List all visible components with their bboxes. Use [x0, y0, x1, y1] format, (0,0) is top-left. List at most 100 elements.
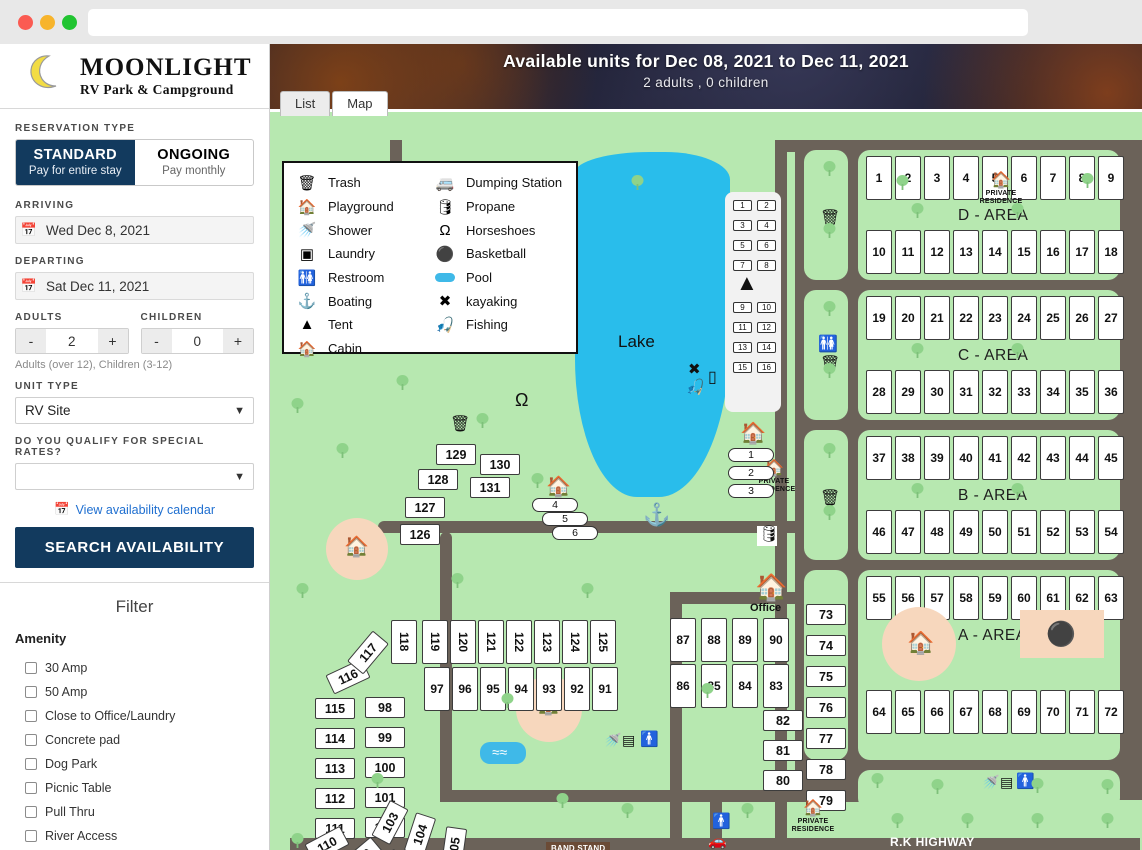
amenity-row[interactable]: Close to Office/Laundry [15, 704, 254, 728]
map-site-83[interactable]: 83 [763, 664, 789, 708]
map-site-20[interactable]: 20 [895, 296, 921, 340]
map-site-53[interactable]: 53 [1069, 510, 1095, 554]
map-site-42[interactable]: 42 [1011, 436, 1037, 480]
map-site-89[interactable]: 89 [732, 618, 758, 662]
map-site-12[interactable]: 12 [924, 230, 950, 274]
children-increment-button[interactable]: + [223, 329, 253, 353]
amenity-checkbox[interactable] [25, 806, 37, 818]
map-site-30[interactable]: 30 [924, 370, 950, 414]
map-cabin-2[interactable]: 2 [728, 466, 774, 480]
view-availability-calendar-link[interactable]: 📅 View availability calendar [15, 502, 254, 517]
map-cabin-3[interactable]: 3 [728, 484, 774, 498]
map-site-19[interactable]: 19 [866, 296, 892, 340]
map-site-123[interactable]: 123 [534, 620, 560, 664]
map-site-87[interactable]: 87 [670, 618, 696, 662]
map-tent-site-4[interactable]: 4 [757, 220, 776, 231]
map-site-66[interactable]: 66 [924, 690, 950, 734]
campground-map[interactable]: Lake 1234567891 [270, 112, 1142, 850]
map-site-72[interactable]: 72 [1098, 690, 1124, 734]
map-site-92[interactable]: 92 [564, 667, 590, 711]
map-cabin-4[interactable]: 4 [532, 498, 578, 512]
map-site-21[interactable]: 21 [924, 296, 950, 340]
map-site-11[interactable]: 11 [895, 230, 921, 274]
map-site-99[interactable]: 99 [365, 727, 405, 748]
map-site-32[interactable]: 32 [982, 370, 1008, 414]
minimize-window-button[interactable] [40, 15, 55, 30]
reservation-type-ongoing[interactable]: ONGOING Pay monthly [135, 140, 254, 185]
map-site-45[interactable]: 45 [1098, 436, 1124, 480]
map-site-47[interactable]: 47 [895, 510, 921, 554]
map-site-122[interactable]: 122 [506, 620, 532, 664]
map-tent-site-8[interactable]: 8 [757, 260, 776, 271]
amenity-checkbox[interactable] [25, 710, 37, 722]
map-site-10[interactable]: 10 [866, 230, 892, 274]
amenity-checkbox[interactable] [25, 686, 37, 698]
unit-type-select[interactable]: RV Site ▼ [15, 397, 254, 424]
map-site-49[interactable]: 49 [953, 510, 979, 554]
map-tent-site-2[interactable]: 2 [757, 200, 776, 211]
map-site-97[interactable]: 97 [424, 667, 450, 711]
amenity-row[interactable]: 50 Amp [15, 680, 254, 704]
map-cabin-1[interactable]: 1 [728, 448, 774, 462]
map-site-96[interactable]: 96 [452, 667, 478, 711]
amenity-checkbox[interactable] [25, 782, 37, 794]
amenity-checkbox[interactable] [25, 758, 37, 770]
map-site-126[interactable]: 126 [400, 524, 440, 545]
map-site-46[interactable]: 46 [866, 510, 892, 554]
map-site-25[interactable]: 25 [1040, 296, 1066, 340]
map-site-114[interactable]: 114 [315, 728, 355, 749]
map-site-64[interactable]: 64 [866, 690, 892, 734]
map-site-16[interactable]: 16 [1040, 230, 1066, 274]
amenity-row[interactable]: Picnic Table [15, 776, 254, 800]
amenity-row[interactable]: Pull Thru [15, 800, 254, 824]
search-availability-button[interactable]: SEARCH AVAILABILITY [15, 527, 254, 568]
map-site-67[interactable]: 67 [953, 690, 979, 734]
map-site-129[interactable]: 129 [436, 444, 476, 465]
children-value[interactable]: 0 [171, 329, 223, 353]
map-site-15[interactable]: 15 [1011, 230, 1037, 274]
map-tent-site-15[interactable]: 15 [733, 362, 752, 373]
reservation-type-standard[interactable]: STANDARD Pay for entire stay [16, 140, 135, 185]
map-site-68[interactable]: 68 [982, 690, 1008, 734]
map-site-13[interactable]: 13 [953, 230, 979, 274]
map-site-98[interactable]: 98 [365, 697, 405, 718]
map-site-29[interactable]: 29 [895, 370, 921, 414]
map-site-17[interactable]: 17 [1069, 230, 1095, 274]
map-site-113[interactable]: 113 [315, 758, 355, 779]
map-cabin-5[interactable]: 5 [542, 512, 588, 526]
map-site-34[interactable]: 34 [1040, 370, 1066, 414]
map-site-18[interactable]: 18 [1098, 230, 1124, 274]
map-site-124[interactable]: 124 [562, 620, 588, 664]
map-tent-site-6[interactable]: 6 [757, 240, 776, 251]
map-site-55[interactable]: 55 [866, 576, 892, 620]
map-site-7[interactable]: 7 [1040, 156, 1066, 200]
map-site-23[interactable]: 23 [982, 296, 1008, 340]
map-site-39[interactable]: 39 [924, 436, 950, 480]
map-site-121[interactable]: 121 [478, 620, 504, 664]
amenity-row[interactable]: River Access [15, 824, 254, 848]
adults-increment-button[interactable]: + [97, 329, 128, 353]
map-site-90[interactable]: 90 [763, 618, 789, 662]
map-tent-site-12[interactable]: 12 [757, 322, 776, 333]
map-site-76[interactable]: 76 [806, 697, 846, 718]
map-site-77[interactable]: 77 [806, 728, 846, 749]
map-tent-site-14[interactable]: 14 [757, 342, 776, 353]
map-site-75[interactable]: 75 [806, 666, 846, 687]
map-site-65[interactable]: 65 [895, 690, 921, 734]
map-site-74[interactable]: 74 [806, 635, 846, 656]
maximize-window-button[interactable] [62, 15, 77, 30]
map-site-41[interactable]: 41 [982, 436, 1008, 480]
map-site-43[interactable]: 43 [1040, 436, 1066, 480]
map-site-1[interactable]: 1 [866, 156, 892, 200]
map-tent-site-13[interactable]: 13 [733, 342, 752, 353]
map-site-115[interactable]: 115 [315, 698, 355, 719]
url-input[interactable] [88, 9, 1028, 36]
map-site-27[interactable]: 27 [1098, 296, 1124, 340]
map-tent-site-9[interactable]: 9 [733, 302, 752, 313]
map-site-24[interactable]: 24 [1011, 296, 1037, 340]
arriving-date-input[interactable]: 📅 Wed Dec 8, 2021 [15, 216, 254, 244]
map-site-44[interactable]: 44 [1069, 436, 1095, 480]
map-site-119[interactable]: 119 [422, 620, 448, 664]
tab-map[interactable]: Map [332, 91, 388, 116]
map-site-69[interactable]: 69 [1011, 690, 1037, 734]
